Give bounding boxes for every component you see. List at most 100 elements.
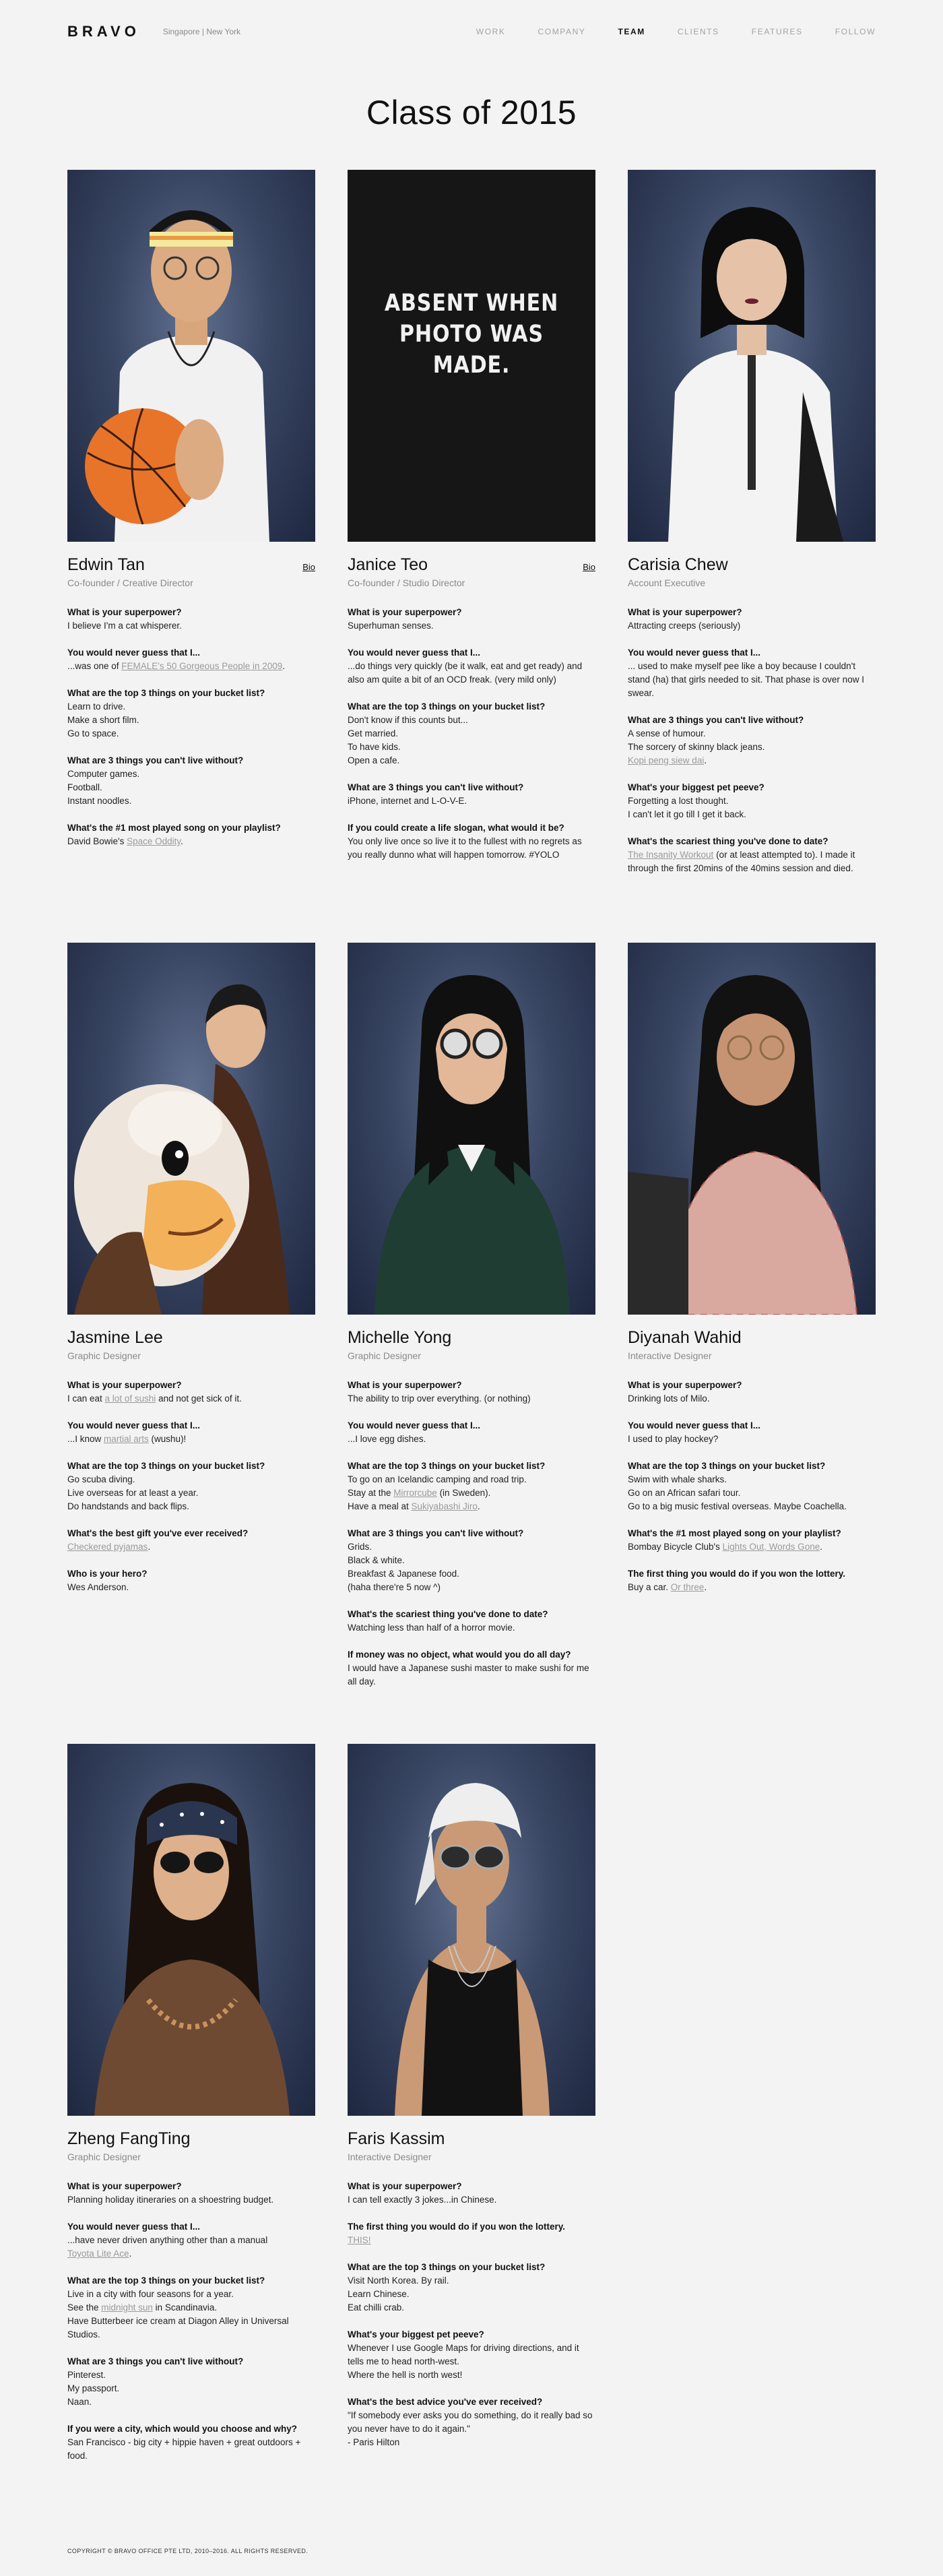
question-text: You would never guess that I...: [348, 1420, 481, 1431]
question-text: What's the #1 most played song on your p…: [628, 1528, 841, 1538]
member-role: Account Executive: [628, 577, 706, 588]
member-name: Carisia Chew: [628, 555, 728, 574]
question-text: What is your superpower?: [348, 1380, 462, 1390]
answer-link[interactable]: Checkered pyjamas: [67, 1542, 148, 1552]
question-text: What's your biggest pet peeve?: [628, 782, 765, 792]
answer-line: Football.: [67, 782, 102, 792]
question-text: What is your superpower?: [348, 607, 462, 617]
portrait-photo: [628, 943, 876, 1315]
answer-link[interactable]: Or three: [671, 1582, 705, 1592]
answer-line: Don't know if this counts but...: [348, 715, 468, 725]
answer-line: The Insanity Workout (or at least attemp…: [628, 850, 855, 873]
team-member-card: Jasmine Lee Graphic Designer What is you…: [67, 943, 315, 1594]
nav-work[interactable]: WORK: [476, 27, 506, 36]
qa-item: You would never guess that I... ...was on…: [67, 646, 315, 673]
bravo-logo[interactable]: BRAVO: [67, 23, 140, 40]
nav-follow[interactable]: FOLLOW: [835, 27, 876, 36]
qa-item: What are the top 3 things on your bucket…: [348, 1459, 595, 1513]
qa-item: What's your biggest pet peeve? Forgetting…: [628, 781, 876, 821]
answer-link[interactable]: The Insanity Workout: [628, 850, 713, 860]
qa-item: What are 3 things you can't live without…: [67, 2355, 315, 2409]
nav-team[interactable]: TEAM: [618, 27, 645, 36]
question-text: What are 3 things you can't live without…: [348, 1528, 524, 1538]
answer-line: Forgetting a lost thought.: [628, 796, 729, 806]
answer-line: My passport.: [67, 2383, 120, 2393]
answer-line: Buy a car. Or three.: [628, 1582, 707, 1592]
answer-line: ...was one of FEMALE's 50 Gorgeous Peopl…: [67, 661, 286, 671]
answer-link[interactable]: Kopi peng siew dai: [628, 755, 704, 765]
answer-line: The ability to trip over everything. (or…: [348, 1393, 531, 1404]
question-text: The first thing you would do if you won …: [628, 1569, 845, 1579]
question-text: If money was no object, what would you d…: [348, 1650, 571, 1660]
answer-link[interactable]: a lot of sushi: [105, 1393, 156, 1404]
question-text: What's the best advice you've ever recei…: [348, 2397, 543, 2407]
copyright-footer: COPYRIGHT © BRAVO OFFICE PTE LTD, 2010–2…: [67, 2548, 308, 2554]
answer-line: See the midnight sun in Scandinavia.: [67, 2302, 218, 2313]
portrait-photo: [348, 1744, 595, 2116]
answer-link[interactable]: Lights Out, Words Gone: [723, 1542, 820, 1552]
nav-features[interactable]: FEATURES: [752, 27, 803, 36]
qa-item: What are 3 things you can't live without…: [67, 754, 315, 808]
question-text: What are 3 things you can't live without…: [628, 715, 804, 725]
answer-line: San Francisco - big city + hippie haven …: [67, 2437, 301, 2461]
qa-item: What are the top 3 things on your bucket…: [67, 2274, 315, 2342]
qa-item: You would never guess that I... ...I love…: [348, 1419, 595, 1446]
question-text: What are the top 3 things on your bucket…: [67, 1461, 265, 1471]
team-member-card: Faris Kassim Interactive Designer What i…: [348, 1744, 595, 2449]
nav-company[interactable]: COMPANY: [538, 27, 586, 36]
answer-link[interactable]: martial arts: [104, 1434, 149, 1444]
qa-item: What's the scariest thing you've done to…: [348, 1608, 595, 1635]
answer-link[interactable]: FEMALE's 50 Gorgeous People in 2009: [121, 661, 282, 671]
answer-line: Eat chilli crab.: [348, 2302, 405, 2313]
answer-line: Superhuman senses.: [348, 621, 434, 631]
bio-link[interactable]: Bio: [302, 562, 315, 572]
qa-list: What is your superpower? Drinking lots of…: [628, 1379, 876, 1594]
question-text: The first thing you would do if you won …: [348, 2222, 565, 2232]
answer-line: Bombay Bicycle Club's Lights Out, Words …: [628, 1542, 822, 1552]
answer-link[interactable]: Sukiyabashi Jiro: [412, 1501, 478, 1511]
answer-line: Do handstands and back flips.: [67, 1501, 189, 1511]
qa-item: What are the top 3 things on your bucket…: [348, 2261, 595, 2315]
qa-item: What is your superpower? Superhuman sense…: [348, 606, 595, 633]
answer-line: I can tell exactly 3 jokes...in Chinese.: [348, 2195, 497, 2205]
qa-item: What's the #1 most played song on your p…: [67, 821, 315, 848]
qa-item: What is your superpower? Attracting creep…: [628, 606, 876, 633]
portrait-photo: [67, 170, 315, 542]
answer-line: Get married.: [348, 728, 399, 739]
answer-line: Live in a city with four seasons for a y…: [67, 2289, 234, 2299]
qa-list: What is your superpower? I believe I'm a …: [67, 606, 315, 848]
nav-clients[interactable]: CLIENTS: [678, 27, 719, 36]
question-text: You would never guess that I...: [67, 1420, 201, 1431]
answer-line: A sense of humour.: [628, 728, 706, 739]
answer-link[interactable]: Toyota Lite Ace: [67, 2249, 129, 2259]
question-text: What's the #1 most played song on your p…: [67, 823, 281, 833]
answer-line: Stay at the Mirrorcube (in Sweden).: [348, 1488, 491, 1498]
answer-link[interactable]: Space Oddity: [127, 836, 181, 846]
member-role: Graphic Designer: [67, 1350, 141, 1361]
question-text: What are 3 things you can't live without…: [348, 782, 524, 792]
bio-link[interactable]: Bio: [583, 562, 595, 572]
portrait-photo: [67, 1744, 315, 2116]
qa-item: Who is your hero? Wes Anderson.: [67, 1567, 315, 1594]
portrait-photo: [628, 170, 876, 542]
answer-line: Watching less than half of a horror movi…: [348, 1623, 515, 1633]
answer-line: ... used to make myself pee like a boy b…: [628, 661, 864, 698]
qa-list: What is your superpower? The ability to t…: [348, 1379, 595, 1689]
question-text: What's the best gift you've ever receive…: [67, 1528, 249, 1538]
qa-list: What is your superpower? I can eat a lot …: [67, 1379, 315, 1594]
answer-link[interactable]: midnight sun: [101, 2302, 153, 2313]
answer-line: I can eat a lot of sushi and not get sic…: [67, 1393, 242, 1404]
answer-line: "If somebody ever asks you do something,…: [348, 2410, 593, 2434]
answer-link[interactable]: THIS!: [348, 2235, 371, 2245]
answer-link[interactable]: Mirrorcube: [393, 1488, 437, 1498]
question-text: What are 3 things you can't live without…: [67, 755, 244, 765]
team-member-card: Carisia Chew Account Executive What is y…: [628, 170, 876, 875]
question-text: You would never guess that I...: [628, 648, 761, 658]
question-text: If you could create a life slogan, what …: [348, 823, 564, 833]
answer-line: iPhone, internet and L-O-V-E.: [348, 796, 467, 806]
qa-item: You would never guess that I... I used to…: [628, 1419, 876, 1446]
qa-item: What are the top 3 things on your bucket…: [348, 700, 595, 767]
qa-item: What are the top 3 things on your bucket…: [67, 1459, 315, 1513]
answer-line: ...I know martial arts (wushu)!: [67, 1434, 187, 1444]
qa-item: The first thing you would do if you won …: [348, 2220, 595, 2247]
